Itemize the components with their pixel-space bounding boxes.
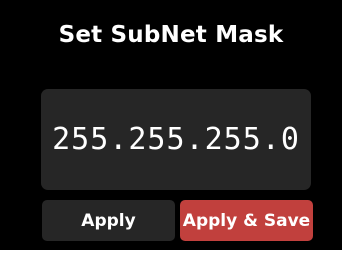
subnet-mask-field[interactable]: 255.255.255.0 bbox=[41, 89, 311, 190]
subnet-mask-screen: Set SubNet Mask 255.255.255.0 Apply Appl… bbox=[0, 0, 342, 250]
apply-button[interactable]: Apply bbox=[42, 200, 175, 241]
apply-and-save-button[interactable]: Apply & Save bbox=[180, 200, 313, 241]
page-title: Set SubNet Mask bbox=[58, 22, 284, 48]
